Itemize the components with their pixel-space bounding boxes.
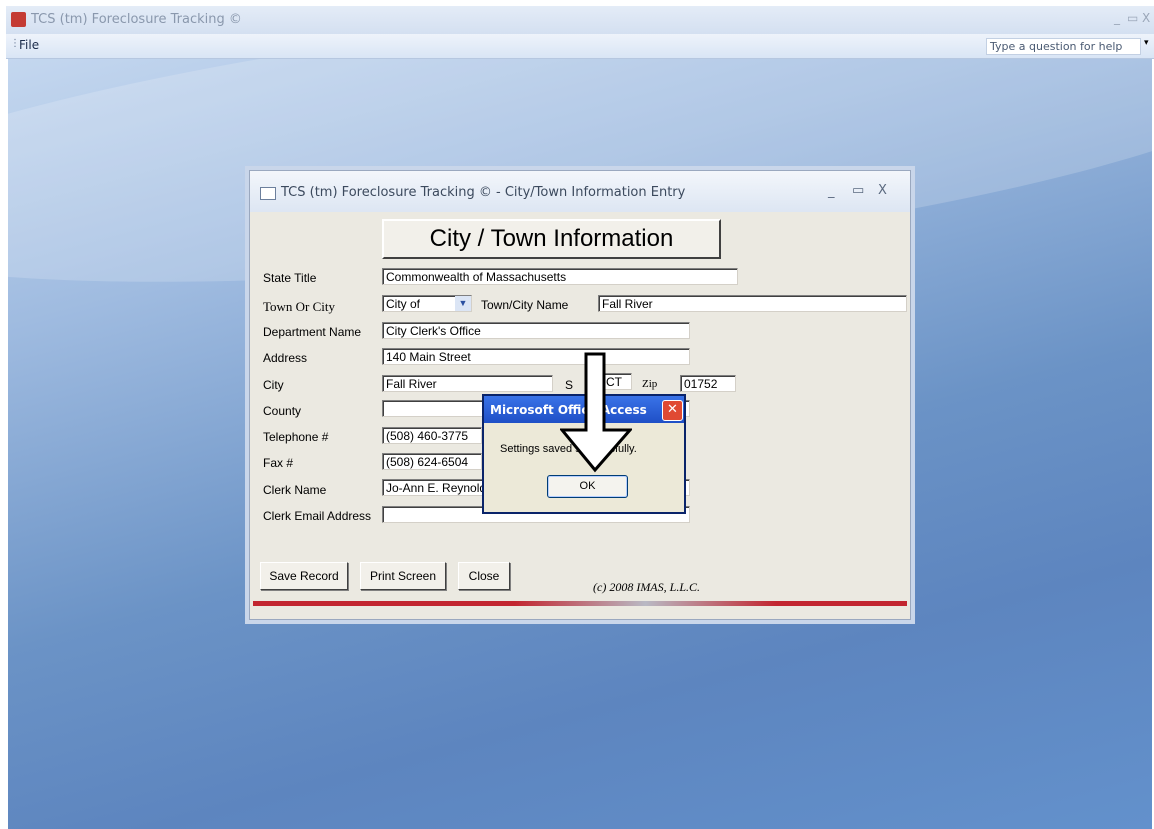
copyright-text: (c) 2008 IMAS, L.L.C.: [593, 580, 700, 594]
app-titlebar: TCS (tm) Foreclosure Tracking © _ ▭ X: [6, 6, 1154, 34]
ok-button[interactable]: OK: [547, 475, 628, 498]
clerk-email-label: Clerk Email Address: [263, 509, 372, 523]
telephone-label: Telephone #: [263, 430, 329, 444]
menu-file[interactable]: File: [19, 38, 39, 52]
department-name-label: Department Name: [263, 325, 362, 339]
arrow-shape: [560, 352, 632, 473]
print-screen-button[interactable]: Print Screen: [360, 562, 446, 590]
town-or-city-label: Town Or City: [263, 299, 336, 314]
form-close-button[interactable]: X: [878, 183, 887, 198]
access-app-icon: [11, 12, 26, 27]
city-label: City: [263, 378, 284, 392]
form-heading: City / Town Information: [382, 219, 721, 259]
town-or-city-value: City of: [386, 297, 421, 311]
fax-label: Fax #: [263, 456, 294, 470]
zip-field[interactable]: 01752: [680, 375, 736, 392]
town-city-name-field[interactable]: Fall River: [598, 295, 907, 312]
dialog-close-button[interactable]: ✕: [662, 400, 683, 421]
close-app-button[interactable]: X: [1142, 11, 1150, 25]
menu-bar: ⋮ File Type a question for help ▾: [6, 34, 1154, 59]
form-titlebar: TCS (tm) Foreclosure Tracking © - City/T…: [250, 171, 910, 212]
help-dropdown-icon[interactable]: ▾: [1144, 38, 1149, 48]
save-record-button[interactable]: Save Record: [260, 562, 348, 590]
state-title-field[interactable]: Commonwealth of Massachusetts: [382, 268, 738, 285]
form-title: TCS (tm) Foreclosure Tracking © - City/T…: [281, 185, 686, 200]
help-search-box[interactable]: Type a question for help: [986, 38, 1141, 55]
address-field[interactable]: 140 Main Street: [382, 348, 690, 365]
city-field[interactable]: Fall River: [382, 375, 553, 392]
app-title: TCS (tm) Foreclosure Tracking ©: [31, 12, 242, 27]
fax-field[interactable]: (508) 624-6504: [382, 453, 482, 470]
down-arrow-annotation: [560, 352, 632, 473]
state-title-label: State Title: [263, 271, 317, 285]
town-or-city-select[interactable]: City of ▼: [382, 295, 472, 312]
form-minimize-button[interactable]: _: [828, 184, 835, 199]
restore-button[interactable]: ▭: [1127, 11, 1138, 25]
minimize-button[interactable]: _: [1114, 11, 1120, 25]
zip-label: Zip: [642, 378, 658, 390]
clerk-name-label: Clerk Name: [263, 483, 327, 497]
chevron-down-icon[interactable]: ▼: [455, 296, 471, 311]
department-name-field[interactable]: City Clerk's Office: [382, 322, 690, 339]
form-footer-strip: [253, 601, 907, 606]
close-form-button[interactable]: Close: [458, 562, 510, 590]
county-label: County: [263, 404, 302, 418]
telephone-field[interactable]: (508) 460-3775: [382, 427, 482, 444]
form-maximize-button[interactable]: ▭: [852, 183, 864, 198]
town-city-name-label: Town/City Name: [481, 298, 569, 312]
address-label: Address: [263, 351, 308, 365]
form-icon: [260, 187, 276, 200]
